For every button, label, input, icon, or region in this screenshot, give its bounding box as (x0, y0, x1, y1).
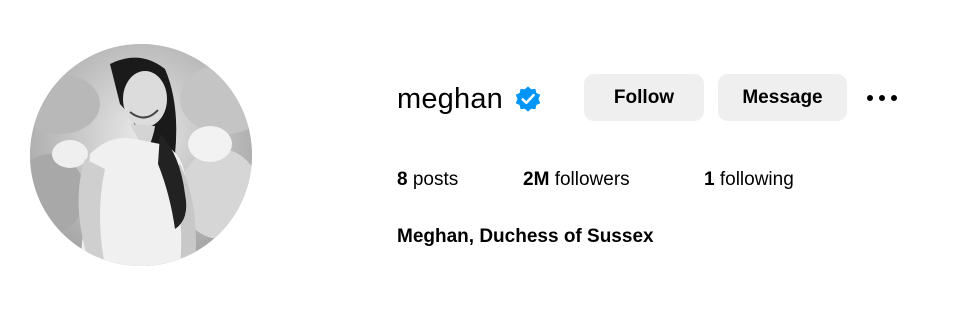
stat-followers[interactable]: 2M followers (523, 168, 630, 192)
more-horizontal-icon[interactable] (862, 84, 902, 112)
profile-photo (30, 44, 252, 266)
stat-following[interactable]: 1 following (704, 168, 794, 192)
following-count: 1 (704, 169, 715, 190)
followers-label: followers (554, 169, 630, 190)
more-dot (879, 95, 885, 101)
verified-badge-icon (515, 86, 541, 112)
avatar[interactable] (30, 44, 252, 266)
posts-label: posts (412, 169, 459, 190)
message-button[interactable]: Message (718, 74, 847, 121)
more-dot (867, 95, 873, 101)
stat-posts: 8 posts (397, 168, 458, 192)
username[interactable]: meghan (397, 80, 503, 118)
follow-button[interactable]: Follow (584, 74, 704, 121)
full-name: Meghan, Duchess of Sussex (397, 226, 654, 247)
followers-count: 2M (523, 169, 550, 190)
posts-count: 8 (397, 169, 408, 190)
more-dot (891, 95, 897, 101)
following-label: following (719, 169, 794, 190)
